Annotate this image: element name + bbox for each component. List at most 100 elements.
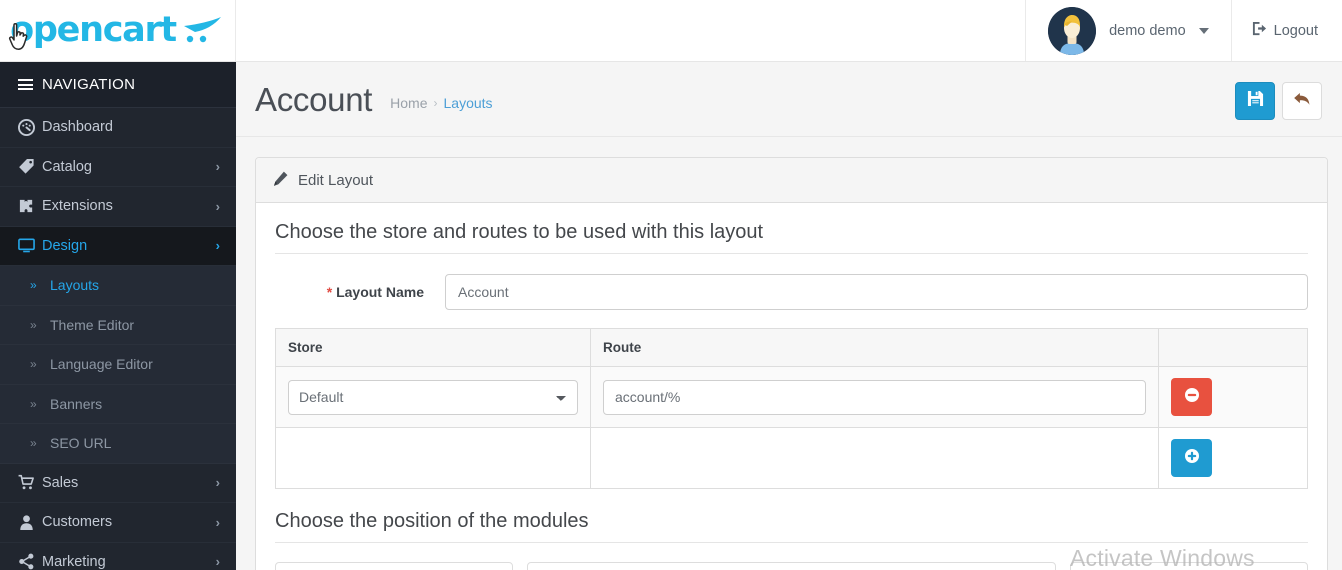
logout-icon — [1252, 21, 1267, 40]
puzzle-icon — [18, 198, 42, 215]
sidebar-item-label: Layouts — [50, 277, 100, 294]
add-route-button[interactable] — [1171, 439, 1212, 477]
column-header-route: Route — [590, 328, 1159, 367]
back-button[interactable] — [1282, 82, 1322, 120]
page-header: Account Home › Layouts — [236, 62, 1342, 137]
column-header-store: Store — [275, 328, 591, 367]
sidebar-item-theme-editor[interactable]: » Theme Editor — [0, 305, 236, 345]
layout-name-label: * Layout Name — [275, 284, 445, 300]
sidebar-navigation: NAVIGATION Dashboard Catalog › Extension… — [0, 62, 236, 570]
sidebar-item-label: Theme Editor — [50, 316, 135, 333]
chevron-double-right-icon: » — [30, 436, 37, 451]
required-marker: * — [326, 284, 333, 300]
page-title: Account — [255, 80, 373, 118]
avatar — [1048, 6, 1097, 55]
cell-empty-route — [590, 427, 1159, 489]
sidebar-item-label: Language Editor — [50, 356, 153, 373]
sidebar-item-label: Design — [42, 237, 88, 254]
layout-name-label-text: Layout Name — [336, 284, 424, 300]
cell-route — [590, 366, 1159, 428]
brand-logo[interactable]: opencart — [0, 0, 236, 61]
layout-name-row: * Layout Name — [275, 274, 1308, 310]
store-select[interactable]: Default — [288, 379, 578, 415]
share-icon — [18, 553, 42, 570]
chevron-right-icon: › — [215, 159, 220, 175]
chevron-right-icon: › — [215, 514, 220, 530]
cell-actions — [1158, 366, 1308, 428]
page-header-actions — [1235, 78, 1322, 120]
tag-icon — [18, 158, 42, 175]
chevron-right-icon: › — [215, 238, 220, 254]
minus-circle-icon — [1184, 387, 1200, 408]
save-button[interactable] — [1235, 82, 1275, 120]
module-position-columns: Column Left Content Top Column Right — [275, 562, 1308, 570]
monitor-icon — [18, 237, 42, 254]
routes-table: Store Route Default — [275, 328, 1308, 489]
chevron-double-right-icon: » — [30, 396, 37, 411]
sidebar-item-catalog[interactable]: Catalog › — [0, 148, 236, 187]
route-input[interactable] — [603, 379, 1146, 415]
sidebar-item-seo-url[interactable]: » SEO URL — [0, 424, 236, 464]
module-column-right[interactable]: Column Right — [1070, 562, 1308, 570]
hamburger-icon — [18, 79, 33, 90]
chevron-right-icon: › — [215, 554, 220, 570]
panel-heading: Edit Layout — [256, 158, 1327, 203]
user-name-label: demo demo — [1109, 22, 1186, 39]
sidebar-item-marketing[interactable]: Marketing › — [0, 543, 236, 570]
module-column-content-top[interactable]: Content Top — [527, 562, 1056, 570]
table-row: Default — [275, 366, 1308, 428]
plus-circle-icon — [1184, 448, 1200, 469]
panel-body: Choose the store and routes to be used w… — [256, 203, 1327, 570]
modules-legend: Choose the position of the modules — [275, 510, 1308, 543]
breadcrumb-item-layouts[interactable]: Layouts — [444, 95, 493, 111]
cell-add-action — [1158, 427, 1308, 489]
layout-name-input[interactable] — [445, 274, 1308, 310]
chevron-double-right-icon: » — [30, 278, 37, 293]
remove-route-button[interactable] — [1171, 378, 1212, 416]
chevron-double-right-icon: » — [30, 317, 37, 332]
save-floppy-icon — [1247, 90, 1264, 112]
routes-legend: Choose the store and routes to be used w… — [275, 221, 1308, 254]
sidebar-header-label: NAVIGATION — [42, 76, 136, 93]
sidebar-item-label: Catalog — [42, 158, 92, 175]
sidebar-item-dashboard[interactable]: Dashboard — [0, 108, 236, 148]
cell-store: Default — [275, 366, 591, 428]
sidebar-item-label: Marketing — [42, 553, 106, 570]
main-content-area: Account Home › Layouts Edit Layout Choos… — [236, 62, 1342, 570]
table-header-row: Store Route — [275, 328, 1308, 367]
sidebar-item-label: Sales — [42, 474, 79, 491]
logo-wordmark: opencart — [10, 10, 177, 50]
sidebar-item-banners[interactable]: » Banners — [0, 384, 236, 424]
sidebar-item-label: Customers — [42, 514, 113, 531]
edit-layout-panel: Edit Layout Choose the store and routes … — [255, 157, 1328, 570]
sidebar-item-label: Extensions — [42, 198, 113, 215]
cart-icon — [18, 474, 42, 491]
sidebar-toggle-navigation[interactable]: NAVIGATION — [0, 62, 236, 108]
column-header-actions — [1158, 328, 1308, 367]
sidebar-item-language-editor[interactable]: » Language Editor — [0, 345, 236, 385]
module-column-left[interactable]: Column Left — [275, 562, 513, 570]
dashboard-icon — [18, 118, 42, 136]
chevron-down-icon — [1198, 27, 1209, 34]
sidebar-item-sales[interactable]: Sales › — [0, 464, 236, 503]
panel-heading-label: Edit Layout — [298, 171, 374, 189]
chevron-double-right-icon: » — [30, 357, 37, 372]
sidebar-item-layouts[interactable]: » Layouts — [0, 266, 236, 306]
back-arrow-icon — [1293, 91, 1311, 112]
top-header-right: demo demo Logout — [1025, 0, 1342, 61]
table-add-row — [275, 427, 1308, 489]
sidebar-item-customers[interactable]: Customers › — [0, 503, 236, 543]
breadcrumb-separator: › — [433, 96, 438, 110]
sidebar-item-label: SEO URL — [50, 435, 112, 452]
pencil-icon — [273, 171, 288, 190]
shopping-cart-logo-icon — [181, 15, 225, 47]
top-header-bar: opencart demo demo Logout — [0, 0, 1342, 62]
user-menu-dropdown[interactable]: demo demo — [1025, 0, 1231, 61]
sidebar-item-label: Banners — [50, 395, 103, 412]
sidebar-item-extensions[interactable]: Extensions › — [0, 187, 236, 227]
chevron-right-icon: › — [215, 198, 220, 214]
person-icon — [18, 514, 42, 531]
breadcrumb-item-home[interactable]: Home — [390, 95, 427, 111]
sidebar-item-design[interactable]: Design › — [0, 226, 236, 266]
logout-button[interactable]: Logout — [1230, 0, 1342, 61]
